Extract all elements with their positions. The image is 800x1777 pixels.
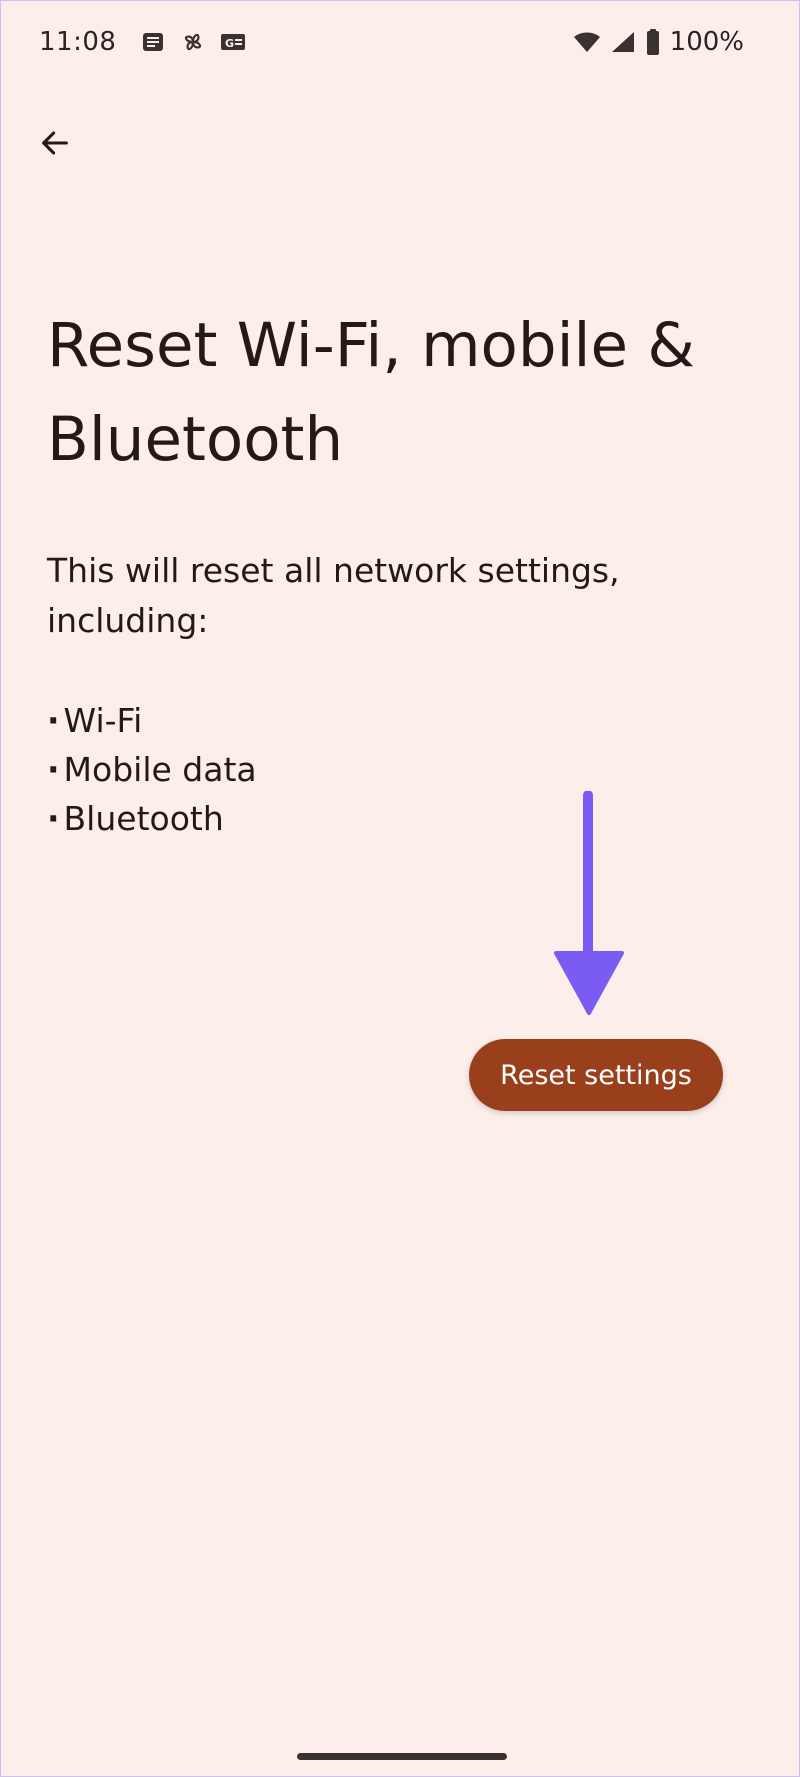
battery-percentage: 100% xyxy=(669,27,744,57)
list-item-wifi: Wi-Fi xyxy=(47,696,257,745)
annotation-arrow-down-icon xyxy=(554,790,624,1026)
news-icon xyxy=(138,27,168,57)
gmail-icon: G xyxy=(218,27,248,57)
cellular-signal-icon xyxy=(608,27,638,57)
battery-icon xyxy=(644,27,662,57)
reset-items-list: Wi-Fi Mobile data Bluetooth xyxy=(47,696,257,843)
navigation-gesture-bar[interactable] xyxy=(297,1753,507,1760)
list-item-mobile-data: Mobile data xyxy=(47,745,257,794)
svg-text:G: G xyxy=(225,37,234,50)
wifi-icon xyxy=(572,27,602,57)
status-time: 11:08 xyxy=(39,27,117,57)
description-text: This will reset all network settings, in… xyxy=(47,551,620,640)
status-bar: 11:08 G 100% xyxy=(1,1,799,91)
reset-settings-button[interactable]: Reset settings xyxy=(469,1039,723,1111)
status-right: 100% xyxy=(572,27,744,57)
status-left: 11:08 G xyxy=(39,27,258,57)
back-button[interactable] xyxy=(31,119,79,167)
pinwheel-icon xyxy=(178,27,208,57)
arrow-back-icon xyxy=(38,126,72,160)
page-title: Reset Wi-Fi, mobile & Bluetooth xyxy=(47,310,695,475)
list-item-bluetooth: Bluetooth xyxy=(47,794,257,843)
